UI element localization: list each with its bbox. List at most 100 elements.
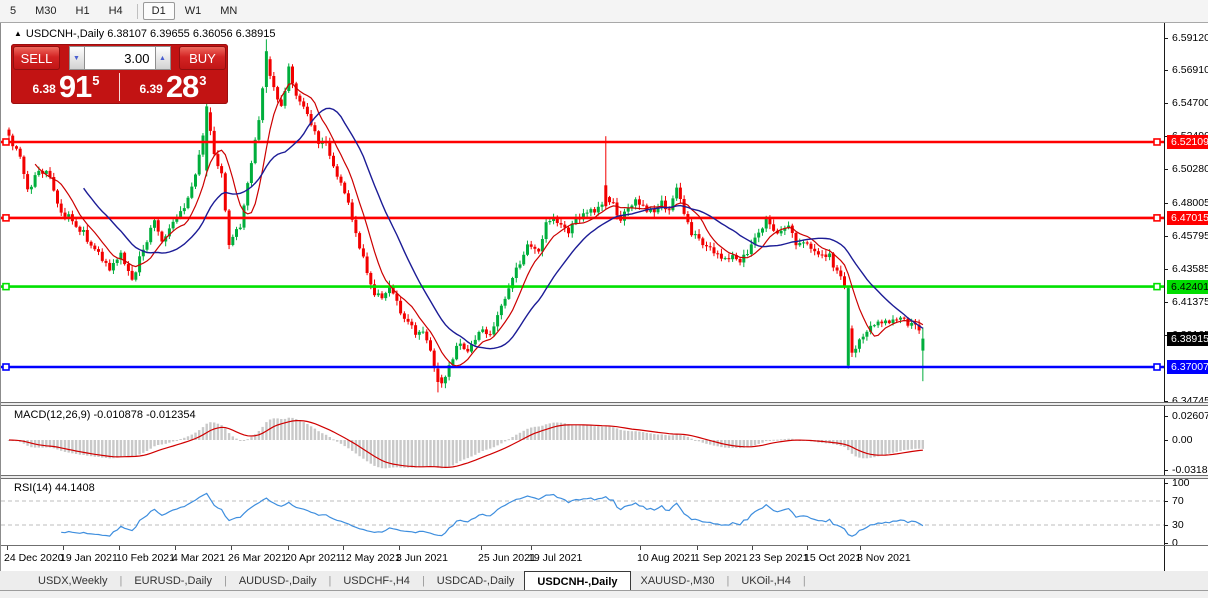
- arrow-down-icon: ▼: [73, 54, 80, 62]
- timeframe-button-mn[interactable]: MN: [211, 2, 246, 20]
- volume-stepper: ▼ ▲: [68, 46, 171, 70]
- date-tick: [119, 546, 120, 550]
- chart-header: ▲ USDCNH-,Daily 6.38107 6.39655 6.36056 6…: [14, 28, 275, 40]
- date-tick: [399, 546, 400, 550]
- macd-axis-label-tick: [1165, 440, 1168, 441]
- timeframe-button-d1[interactable]: D1: [142, 2, 175, 20]
- sell-price-digits: 91: [58, 69, 92, 104]
- price-line-label: 6.52109: [1167, 135, 1208, 149]
- price-axis-label-tick: [1165, 236, 1168, 237]
- date-axis-label: 24 Dec 2020: [4, 552, 64, 564]
- volume-increase-button[interactable]: ▲: [154, 46, 171, 70]
- sell-price-display[interactable]: 6.38 91 5: [13, 69, 119, 104]
- rsi-axis-label-tick: [1165, 543, 1168, 544]
- volume-input[interactable]: [84, 46, 155, 70]
- timeframe-button-w1[interactable]: W1: [176, 2, 211, 20]
- timeframe-button-h1[interactable]: H1: [67, 2, 99, 20]
- date-tick: [63, 546, 64, 550]
- volume-decrease-button[interactable]: ▼: [68, 46, 85, 70]
- toolbar-separator: [136, 3, 138, 19]
- buy-price-digits: 28: [165, 69, 199, 104]
- date-axis-label: 12 May 2021: [340, 552, 401, 564]
- sell-button[interactable]: SELL: [13, 46, 60, 70]
- tab-usdcnh-daily[interactable]: USDCNH-,Daily: [524, 571, 631, 590]
- timeframe-button-h4[interactable]: H4: [100, 2, 132, 20]
- price-axis-label-tick: [1165, 38, 1168, 39]
- trade-panel-top-row: SELL ▼ ▲ BUY: [13, 46, 226, 70]
- price-axis-label: 6.48005: [1172, 197, 1208, 209]
- rsi-axis-label-tick: [1165, 483, 1168, 484]
- line-anchor-marker: [1153, 282, 1161, 291]
- date-tick: [231, 546, 232, 550]
- tab-divider: |: [328, 575, 332, 587]
- tab-usdx-weekly[interactable]: USDX,Weekly: [28, 571, 117, 590]
- ma-fast-line: [34, 82, 924, 367]
- timeframe-button-5[interactable]: 5: [1, 2, 25, 20]
- timeframe-button-m30[interactable]: M30: [26, 2, 65, 20]
- macd-histogram: [7, 417, 924, 469]
- rsi-axis-label: 70: [1172, 495, 1184, 507]
- buy-price-base: 6.39: [139, 82, 163, 96]
- price-axis-label-tick: [1165, 269, 1168, 270]
- collapse-arrow-icon[interactable]: ▲: [14, 29, 22, 38]
- trade-panel-price-row: 6.38 91 5 6.39 28 3: [13, 69, 226, 104]
- price-line-label: 6.37007: [1167, 360, 1208, 374]
- tab-divider: |: [726, 575, 730, 587]
- price-axis[interactable]: 6.591206.569106.547006.524906.502806.480…: [1164, 23, 1208, 571]
- macd-indicator-label: MACD(12,26,9) -0.010878 -0.012354: [14, 409, 196, 421]
- panel-splitter[interactable]: [1, 475, 1208, 479]
- buy-button[interactable]: BUY: [179, 46, 226, 70]
- price-axis-label-tick: [1165, 302, 1168, 303]
- price-axis-label: 6.41375: [1172, 296, 1208, 308]
- tab-usdcad-daily[interactable]: USDCAD-,Daily: [427, 571, 525, 590]
- tab-eurusd-daily[interactable]: EURUSD-,Daily: [124, 571, 222, 590]
- current-price-label: 6.38915: [1167, 332, 1208, 346]
- date-axis-label: 26 Mar 2021: [228, 552, 287, 564]
- date-axis-label: 3 Jun 2021: [396, 552, 448, 564]
- sell-price-base: 6.38: [32, 82, 56, 96]
- date-axis-label: 15 Oct 2021: [804, 552, 862, 564]
- timeframe-toolbar: 5 M30 H1 H4 D1 W1 MN: [0, 0, 1208, 23]
- tab-divider: |: [421, 575, 425, 587]
- price-line-label: 6.42401: [1167, 280, 1208, 294]
- chart-window[interactable]: ▲ USDCNH-,Daily 6.38107 6.39655 6.36056 6…: [0, 23, 1208, 571]
- date-tick: [481, 546, 482, 550]
- buy-price-display[interactable]: 6.39 28 3: [120, 69, 226, 104]
- price-axis-label: 6.56910: [1172, 64, 1208, 76]
- chart-symbol-title: USDCNH-,Daily: [25, 28, 105, 40]
- rsi-line: [61, 492, 924, 537]
- date-tick: [343, 546, 344, 550]
- date-tick: [531, 546, 532, 550]
- price-axis-label: 6.45795: [1172, 230, 1208, 242]
- date-axis-label: 23 Sep 2021: [749, 552, 809, 564]
- panel-splitter[interactable]: [1, 402, 1208, 406]
- date-tick: [7, 546, 8, 550]
- rsi-axis-label-tick: [1165, 525, 1168, 526]
- line-anchor-marker: [2, 363, 10, 371]
- buy-price-pip: 3: [199, 73, 207, 88]
- tab-usdchf-h4[interactable]: USDCHF-,H4: [333, 571, 420, 590]
- date-tick: [175, 546, 176, 550]
- rsi-axis-label: 30: [1172, 519, 1184, 531]
- chart-ohlc-values: 6.38107 6.39655 6.36056 6.38915: [107, 28, 276, 40]
- price-axis-label-tick: [1165, 103, 1168, 104]
- rsi-chart[interactable]: [1, 479, 1164, 545]
- rsi-axis-label: 0: [1172, 537, 1178, 549]
- date-axis-label: 19 Jul 2021: [528, 552, 583, 564]
- sell-price-pip: 5: [92, 73, 100, 88]
- line-anchor-marker: [1153, 214, 1161, 222]
- status-bar: [0, 592, 1208, 598]
- line-anchor-marker: [2, 214, 10, 222]
- date-tick: [697, 546, 698, 550]
- date-axis-label: 10 Feb 2021: [116, 552, 175, 564]
- date-axis-label: 1 Sep 2021: [694, 552, 748, 564]
- line-anchor-marker: [1153, 363, 1161, 371]
- tab-xauusd-m30[interactable]: XAUUSD-,M30: [631, 571, 725, 590]
- tab-ukoil-h4[interactable]: UKOil-,H4: [731, 571, 801, 590]
- time-axis[interactable]: 24 Dec 2020 19 Jan 2021 10 Feb 2021 4 Mar 2…: [1, 546, 1164, 571]
- tab-divider: |: [223, 575, 227, 587]
- tab-audusd-daily[interactable]: AUDUSD-,Daily: [229, 571, 327, 590]
- macd-axis-label-tick: [1165, 470, 1168, 471]
- panel-border: [1, 545, 1208, 546]
- rsi-indicator-label: RSI(14) 44.1408: [14, 482, 95, 494]
